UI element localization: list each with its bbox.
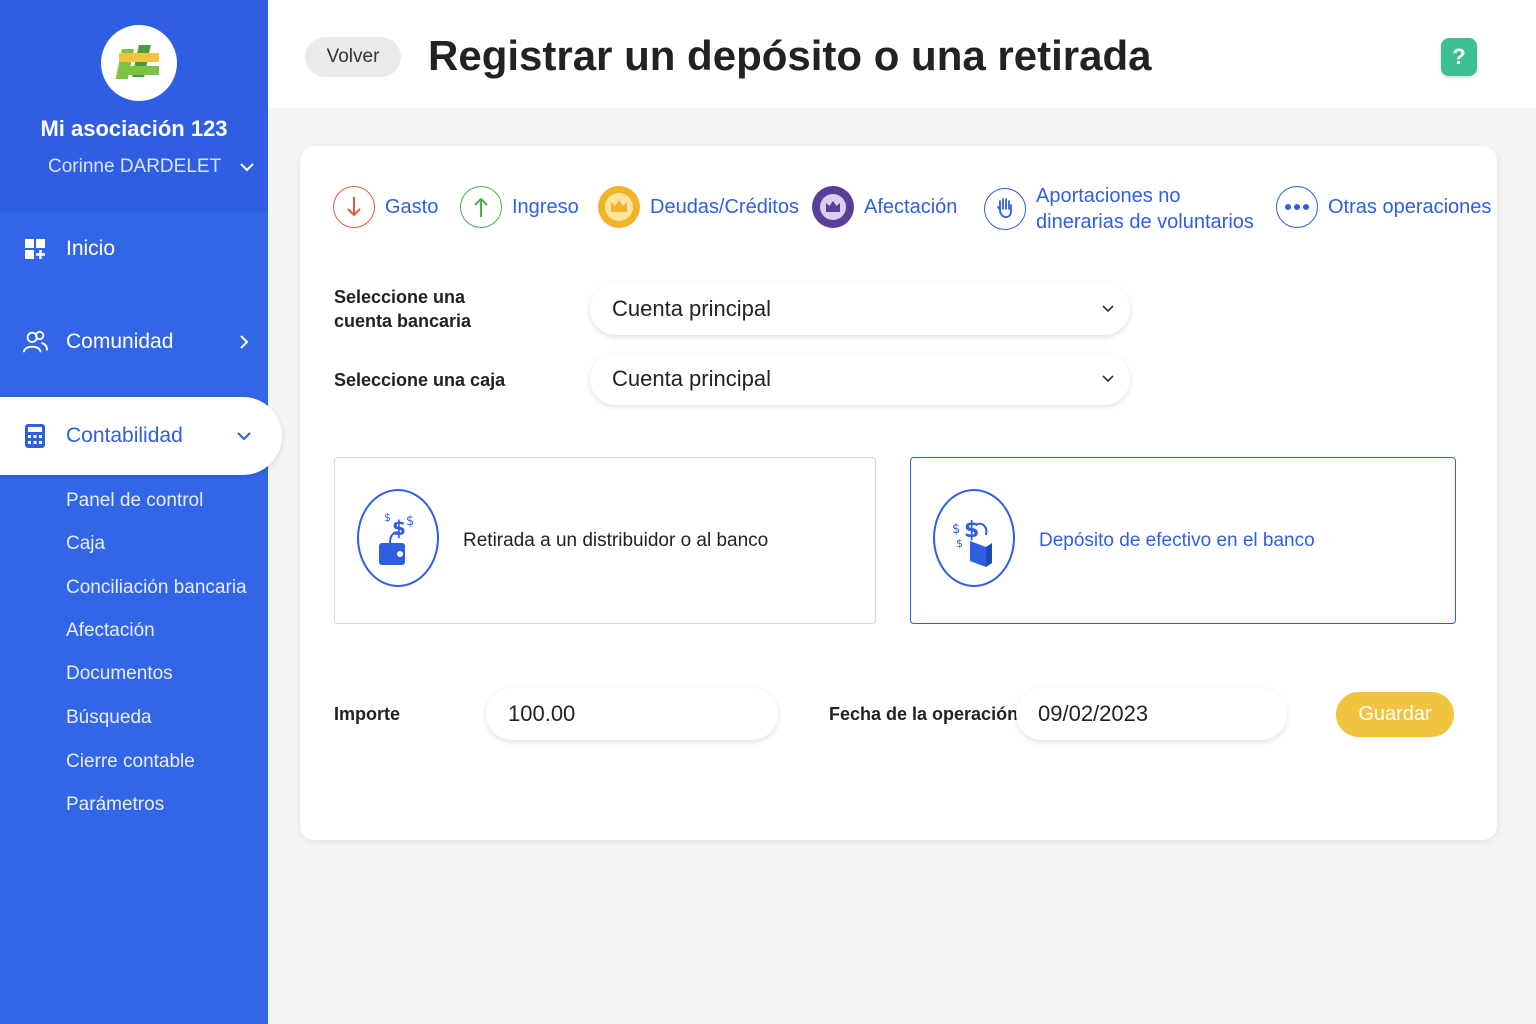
- amount-input[interactable]: [486, 688, 778, 740]
- chevron-down-icon: [234, 426, 254, 446]
- tab-label: Aportaciones no dinerarias de voluntario…: [1036, 183, 1254, 235]
- svg-text:$: $: [384, 511, 391, 524]
- svg-text:$: $: [956, 537, 963, 550]
- svg-text:$: $: [952, 522, 960, 537]
- submenu-item-documentos[interactable]: Documentos: [66, 663, 173, 685]
- tab-deudas-creditos[interactable]: Deudas/Créditos: [598, 186, 799, 228]
- tab-label-line2: dinerarias de voluntarios: [1036, 211, 1254, 233]
- svg-text:$: $: [406, 514, 414, 529]
- arrow-down-icon: [333, 186, 375, 228]
- withdrawal-label: Retirada a un distribuidor o al banco: [463, 530, 769, 551]
- organization-name: Mi asociación 123: [40, 116, 228, 141]
- back-button[interactable]: Volver: [305, 37, 401, 77]
- help-button[interactable]: ?: [1441, 38, 1477, 76]
- calculator-icon: [22, 423, 48, 449]
- user-menu[interactable]: Corinne DARDELET: [48, 156, 258, 178]
- submenu-item-conciliacion-bancaria[interactable]: Conciliación bancaria: [66, 577, 247, 599]
- chevron-right-icon: [234, 332, 254, 352]
- withdrawal-option[interactable]: $ $ $ Retirada a un distribuidor o al ba…: [334, 457, 876, 624]
- page-title: Registrar un depósito o una retirada: [428, 32, 1152, 79]
- deposit-icon: $ $ $: [933, 489, 1015, 587]
- deposit-label: Depósito de efectivo en el banco: [1039, 530, 1315, 551]
- date-input[interactable]: [1016, 688, 1287, 740]
- tab-label: Deudas/Créditos: [650, 196, 799, 218]
- organization-logo: [101, 25, 177, 101]
- amount-label: Importe: [334, 704, 401, 724]
- submenu-item-cierre-contable[interactable]: Cierre contable: [66, 751, 195, 773]
- tab-gasto[interactable]: Gasto: [333, 186, 438, 228]
- bank-account-label: Seleccione una cuenta bancaria: [334, 285, 471, 333]
- dashboard-icon: [22, 236, 48, 262]
- user-name: Corinne DARDELET: [48, 156, 222, 177]
- sidebar-item-label: Contabilidad: [66, 424, 183, 447]
- bank-account-label-line2: cuenta bancaria: [334, 311, 472, 331]
- sidebar-item-comunidad[interactable]: Comunidad: [0, 312, 268, 372]
- submenu-item-panel-de-control[interactable]: Panel de control: [66, 490, 203, 512]
- chevron-down-icon: [1098, 299, 1118, 319]
- hand-icon: [984, 188, 1026, 230]
- tab-label: Otras operaciones: [1328, 196, 1492, 218]
- save-button[interactable]: Guardar: [1336, 692, 1454, 737]
- sidebar-item-label: Inicio: [66, 237, 116, 260]
- tab-label: Gasto: [385, 196, 439, 218]
- tab-aportaciones-voluntarios[interactable]: Aportaciones no dinerarias de voluntario…: [984, 183, 1254, 235]
- sidebar-header: Mi asociación 123 Corinne DARDELET: [0, 0, 268, 213]
- sidebar: Mi asociación 123 Corinne DARDELET Inici…: [0, 0, 282, 1024]
- chevron-down-icon: [1098, 369, 1118, 389]
- submenu-item-afectacion[interactable]: Afectación: [66, 620, 155, 642]
- svg-text:$: $: [964, 518, 979, 543]
- arrow-up-icon: [460, 186, 502, 228]
- help-icon: ?: [1452, 44, 1466, 69]
- cash-box-label: Seleccione una caja: [334, 370, 506, 390]
- tab-afectacion[interactable]: Afectación: [812, 186, 957, 228]
- crown-icon: [598, 186, 640, 228]
- sidebar-item-contabilidad[interactable]: Contabilidad: [0, 397, 282, 475]
- submenu-item-caja[interactable]: Caja: [66, 533, 105, 555]
- users-icon: [22, 329, 48, 355]
- submenu-item-busqueda[interactable]: Búsqueda: [66, 707, 152, 729]
- date-label: Fecha de la operación: [829, 704, 1019, 724]
- tab-ingreso[interactable]: Ingreso: [460, 186, 579, 228]
- crown-arrows-icon: [812, 186, 854, 228]
- withdrawal-icon: $ $ $: [357, 489, 439, 587]
- cash-box-select[interactable]: Cuenta principal: [590, 353, 1130, 405]
- tab-label: Ingreso: [512, 196, 579, 218]
- tab-otras-operaciones[interactable]: Otras operaciones: [1276, 186, 1491, 228]
- deposit-option[interactable]: $ $ $ Depósito de efectivo en el banco: [910, 457, 1456, 624]
- bank-account-label-line1: Seleccione una: [334, 287, 466, 307]
- bank-account-value: Cuenta principal: [612, 296, 771, 321]
- bank-account-select[interactable]: Cuenta principal: [590, 283, 1130, 335]
- sidebar-item-label: Comunidad: [66, 330, 174, 353]
- chevron-down-icon: [236, 156, 258, 178]
- cash-box-value: Cuenta principal: [612, 366, 771, 391]
- submenu-item-parametros[interactable]: Parámetros: [66, 794, 164, 816]
- tab-label-line1: Aportaciones no: [1036, 185, 1181, 207]
- svg-text:$: $: [392, 516, 406, 540]
- sidebar-item-inicio[interactable]: Inicio: [0, 219, 268, 279]
- more-icon: [1276, 186, 1318, 228]
- tab-label: Afectación: [864, 196, 958, 218]
